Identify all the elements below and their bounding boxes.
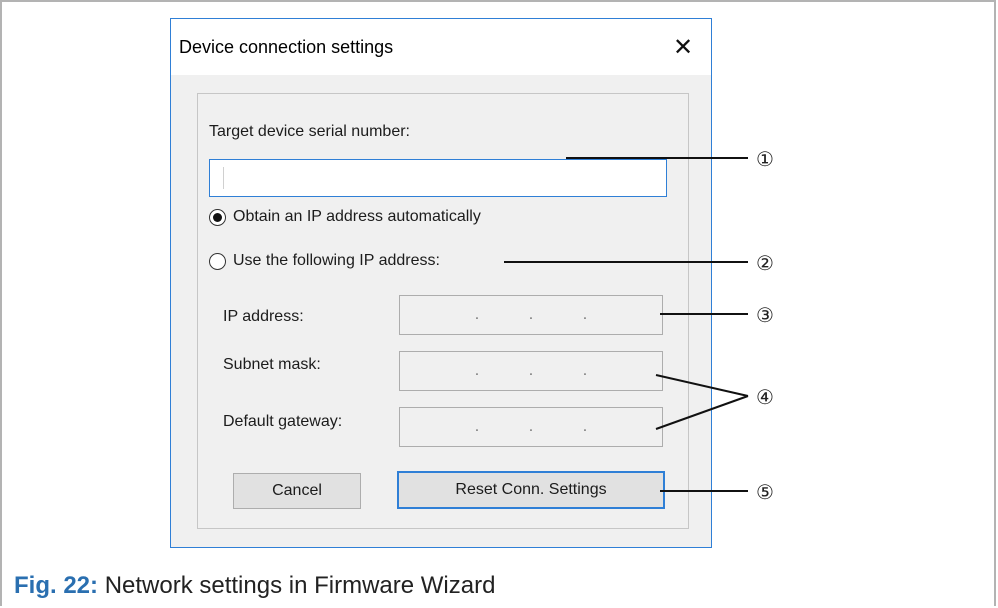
figure-caption-text: Network settings in Firmware Wizard bbox=[104, 572, 496, 599]
figure-number: Fig. 22: bbox=[14, 572, 99, 599]
callout-line-4a bbox=[655, 374, 749, 397]
callout-3: ③ bbox=[756, 305, 774, 327]
callout-2: ② bbox=[756, 253, 774, 275]
figure-caption: Fig. 22: Network settings in Firmware Wi… bbox=[14, 572, 495, 600]
callout-line-4b bbox=[655, 395, 749, 430]
callout-1: ① bbox=[756, 149, 774, 171]
callout-4: ④ bbox=[756, 387, 774, 409]
callout-lines bbox=[504, 157, 749, 492]
callout-5: ⑤ bbox=[756, 482, 774, 504]
